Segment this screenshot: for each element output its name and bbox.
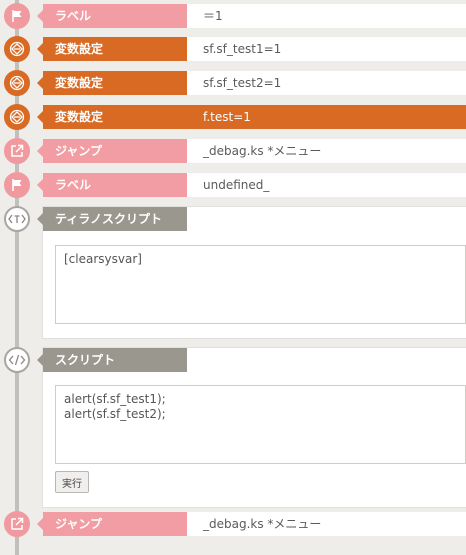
tyrano-script-editor[interactable]: [clearsysvar] xyxy=(55,245,466,324)
component-value[interactable]: undefined_ xyxy=(187,173,466,197)
variable-icon xyxy=(4,36,30,62)
component-value[interactable]: sf.sf_test1=1 xyxy=(187,37,466,61)
tyrano-script-label: ティラノスクリプト xyxy=(37,207,187,231)
script-editor[interactable]: alert(sf.sf_test1); alert(sf.sf_test2); xyxy=(55,385,466,464)
component-value[interactable]: _debag.ks *メニュー xyxy=(187,512,466,536)
script-block: スクリプト alert(sf.sf_test1); alert(sf.sf_te… xyxy=(37,348,466,507)
flag-icon xyxy=(4,172,30,198)
variable-icon xyxy=(4,104,30,130)
component-row-jump[interactable]: ジャンプ _debag.ks *メニュー xyxy=(37,139,466,163)
component-label: 変数設定 xyxy=(37,71,187,95)
component-label: ジャンプ xyxy=(37,139,187,163)
component-value[interactable]: ＝1 xyxy=(187,4,466,28)
component-value[interactable]: _debag.ks *メニュー xyxy=(187,139,466,163)
component-row-label[interactable]: ラベル undefined_ xyxy=(37,173,466,197)
jump-icon xyxy=(4,511,30,537)
tyrano-script-header[interactable]: ティラノスクリプト xyxy=(37,207,466,231)
component-label: ラベル xyxy=(37,173,187,197)
script-label: スクリプト xyxy=(37,348,187,372)
variable-icon xyxy=(4,70,30,96)
component-row-jump[interactable]: ジャンプ _debag.ks *メニュー xyxy=(37,512,466,536)
run-button[interactable]: 実行 xyxy=(55,471,89,493)
script-header[interactable]: スクリプト xyxy=(37,348,466,372)
component-value[interactable]: f.test=1 xyxy=(187,105,466,129)
flag-icon xyxy=(4,3,30,29)
component-value[interactable]: sf.sf_test2=1 xyxy=(187,71,466,95)
component-row-variable[interactable]: 変数設定 sf.sf_test2=1 xyxy=(37,71,466,95)
component-label: 変数設定 xyxy=(37,105,187,129)
tyrano-script-block: ティラノスクリプト [clearsysvar] xyxy=(37,207,466,338)
component-label: ラベル xyxy=(37,4,187,28)
tag-icon xyxy=(4,206,30,232)
component-row-variable-selected[interactable]: 変数設定 f.test=1 xyxy=(37,105,466,129)
component-label: 変数設定 xyxy=(37,37,187,61)
component-row-label[interactable]: ラベル ＝1 xyxy=(37,4,466,28)
code-icon xyxy=(4,347,30,373)
jump-icon xyxy=(4,138,30,164)
component-label: ジャンプ xyxy=(37,512,187,536)
component-row-variable[interactable]: 変数設定 sf.sf_test1=1 xyxy=(37,37,466,61)
